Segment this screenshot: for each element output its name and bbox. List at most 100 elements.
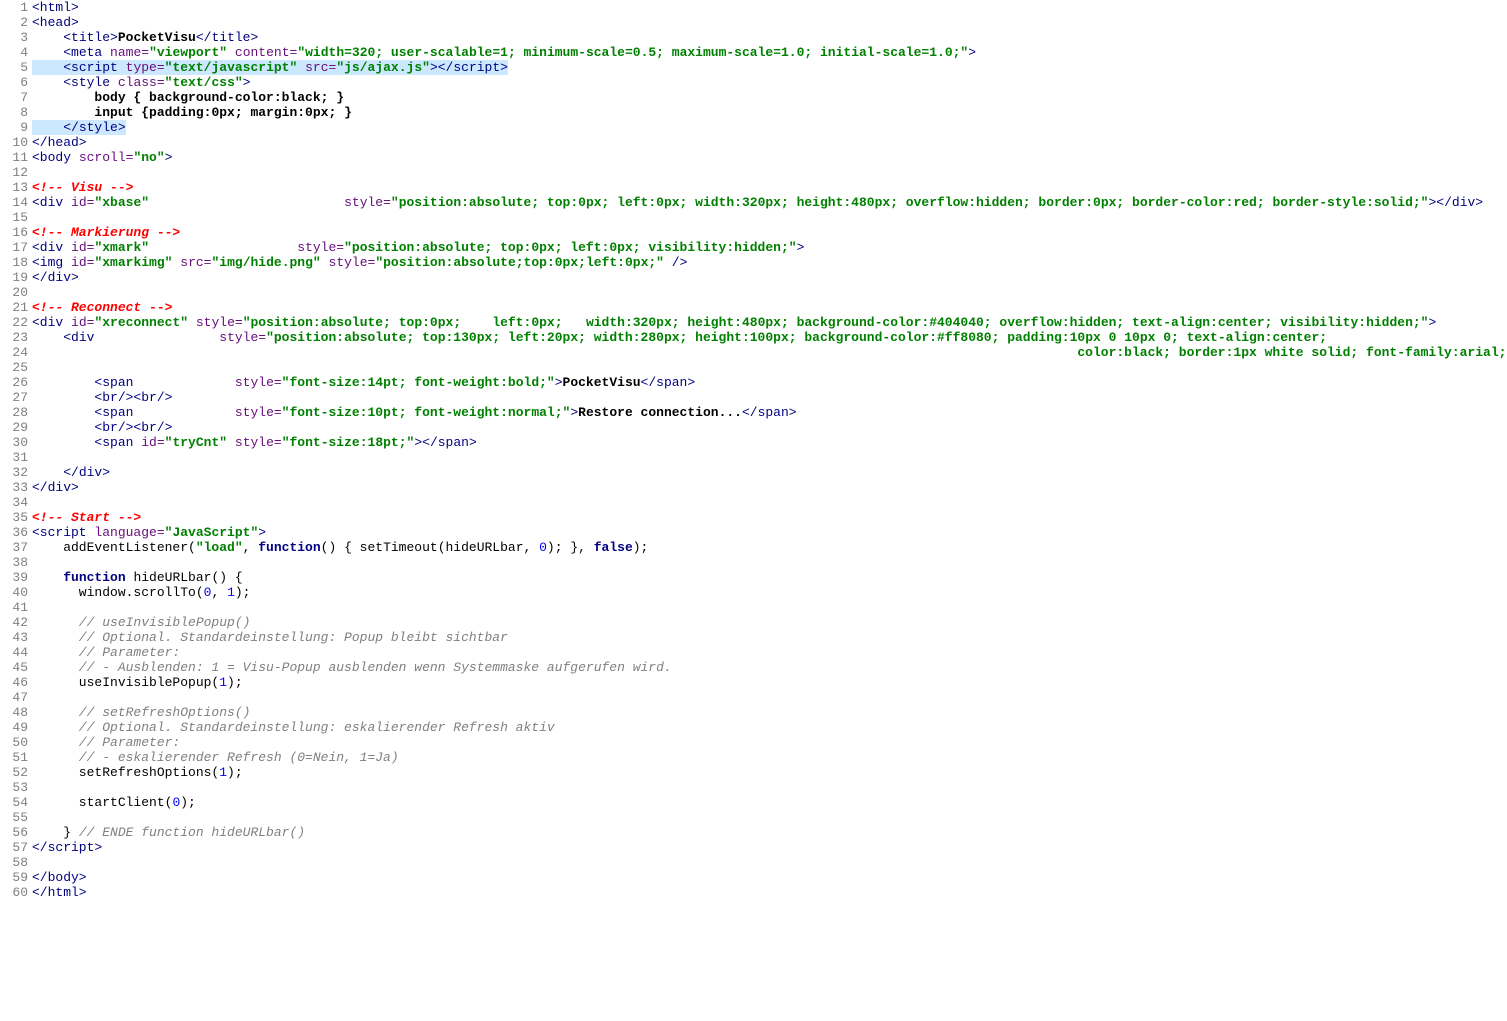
line-number: 49	[0, 720, 28, 735]
code-line[interactable]: <!-- Visu -->	[32, 180, 1507, 195]
line-number: 53	[0, 780, 28, 795]
line-number: 51	[0, 750, 28, 765]
code-line[interactable]	[32, 780, 1507, 795]
line-number: 16	[0, 225, 28, 240]
line-number: 38	[0, 555, 28, 570]
code-line[interactable]: startClient(0);	[32, 795, 1507, 810]
code-line[interactable]: </body>	[32, 870, 1507, 885]
code-line[interactable]: <style class="text/css">	[32, 75, 1507, 90]
code-line[interactable]: // Optional. Standardeinstellung: eskali…	[32, 720, 1507, 735]
code-line[interactable]: // setRefreshOptions()	[32, 705, 1507, 720]
line-number: 28	[0, 405, 28, 420]
code-line[interactable]: color:black; border:1px white solid; fon…	[32, 345, 1507, 360]
code-line[interactable]: </head>	[32, 135, 1507, 150]
code-line[interactable]: // Parameter:	[32, 735, 1507, 750]
line-number: 40	[0, 585, 28, 600]
line-number: 19	[0, 270, 28, 285]
line-number: 9	[0, 120, 28, 135]
code-line[interactable]: </div>	[32, 270, 1507, 285]
code-line[interactable]: <br/><br/>	[32, 390, 1507, 405]
code-line[interactable]: input {padding:0px; margin:0px; }	[32, 105, 1507, 120]
code-line[interactable]: <div id="xmark" style="position:absolute…	[32, 240, 1507, 255]
line-number: 56	[0, 825, 28, 840]
code-line[interactable]: <!-- Markierung -->	[32, 225, 1507, 240]
code-line[interactable]: <script type="text/javascript" src="js/a…	[32, 60, 1507, 75]
code-line[interactable]: // useInvisiblePopup()	[32, 615, 1507, 630]
line-number: 11	[0, 150, 28, 165]
code-line[interactable]: // Parameter:	[32, 645, 1507, 660]
line-number: 50	[0, 735, 28, 750]
line-number: 1	[0, 0, 28, 15]
line-number: 48	[0, 705, 28, 720]
line-number: 25	[0, 360, 28, 375]
line-number: 34	[0, 495, 28, 510]
line-number: 22	[0, 315, 28, 330]
code-line[interactable]: <div id="xbase" style="position:absolute…	[32, 195, 1507, 210]
line-number: 18	[0, 255, 28, 270]
code-line[interactable]	[32, 855, 1507, 870]
code-line[interactable]	[32, 810, 1507, 825]
line-number: 6	[0, 75, 28, 90]
code-line[interactable]: </style>	[32, 120, 1507, 135]
code-line[interactable]: <script language="JavaScript">	[32, 525, 1507, 540]
code-line[interactable]: <title>PocketVisu</title>	[32, 30, 1507, 45]
code-line[interactable]	[32, 555, 1507, 570]
line-number: 46	[0, 675, 28, 690]
code-line[interactable]: body { background-color:black; }	[32, 90, 1507, 105]
code-line[interactable]: </script>	[32, 840, 1507, 855]
code-line[interactable]: </div>	[32, 480, 1507, 495]
line-number: 20	[0, 285, 28, 300]
code-line[interactable]: </div>	[32, 465, 1507, 480]
code-line[interactable]: <span style="font-size:14pt; font-weight…	[32, 375, 1507, 390]
line-number: 35	[0, 510, 28, 525]
code-line[interactable]	[32, 360, 1507, 375]
line-number: 8	[0, 105, 28, 120]
line-number: 7	[0, 90, 28, 105]
code-line[interactable]	[32, 495, 1507, 510]
code-line[interactable]: } // ENDE function hideURLbar()	[32, 825, 1507, 840]
code-line[interactable]: // - Ausblenden: 1 = Visu-Popup ausblend…	[32, 660, 1507, 675]
code-line[interactable]: <!-- Start -->	[32, 510, 1507, 525]
code-line[interactable]: <meta name="viewport" content="width=320…	[32, 45, 1507, 60]
code-line[interactable]	[32, 165, 1507, 180]
code-line[interactable]: <!-- Reconnect -->	[32, 300, 1507, 315]
code-line[interactable]: <html>	[32, 0, 1507, 15]
line-number: 54	[0, 795, 28, 810]
code-line[interactable]: setRefreshOptions(1);	[32, 765, 1507, 780]
code-line[interactable]: function hideURLbar() {	[32, 570, 1507, 585]
line-number: 41	[0, 600, 28, 615]
code-line[interactable]: <span style="font-size:10pt; font-weight…	[32, 405, 1507, 420]
code-line[interactable]	[32, 450, 1507, 465]
line-number: 47	[0, 690, 28, 705]
line-number: 43	[0, 630, 28, 645]
code-line[interactable]: useInvisiblePopup(1);	[32, 675, 1507, 690]
line-number: 45	[0, 660, 28, 675]
code-line[interactable]: <span id="tryCnt" style="font-size:18pt;…	[32, 435, 1507, 450]
code-line[interactable]: <body scroll="no">	[32, 150, 1507, 165]
code-line[interactable]: <head>	[32, 15, 1507, 30]
code-line[interactable]	[32, 690, 1507, 705]
code-line[interactable]: </html>	[32, 885, 1507, 900]
code-editor[interactable]: 1234567891011121314151617181920212223242…	[0, 0, 1507, 900]
code-area[interactable]: <html><head> <title>PocketVisu</title> <…	[32, 0, 1507, 900]
code-line[interactable]	[32, 210, 1507, 225]
code-line[interactable]: <img id="xmarkimg" src="img/hide.png" st…	[32, 255, 1507, 270]
line-number: 24	[0, 345, 28, 360]
code-line[interactable]: <div style="position:absolute; top:130px…	[32, 330, 1507, 345]
line-number: 59	[0, 870, 28, 885]
line-number: 13	[0, 180, 28, 195]
code-line[interactable]: // - eskalierender Refresh (0=Nein, 1=Ja…	[32, 750, 1507, 765]
line-number: 55	[0, 810, 28, 825]
line-number: 14	[0, 195, 28, 210]
line-number: 27	[0, 390, 28, 405]
code-line[interactable]	[32, 600, 1507, 615]
code-line[interactable]: // Optional. Standardeinstellung: Popup …	[32, 630, 1507, 645]
code-line[interactable]: <br/><br/>	[32, 420, 1507, 435]
code-line[interactable]: addEventListener("load", function() { se…	[32, 540, 1507, 555]
code-line[interactable]	[32, 285, 1507, 300]
line-number: 57	[0, 840, 28, 855]
code-line[interactable]: window.scrollTo(0, 1);	[32, 585, 1507, 600]
code-line[interactable]: <div id="xreconnect" style="position:abs…	[32, 315, 1507, 330]
line-number: 37	[0, 540, 28, 555]
line-number: 21	[0, 300, 28, 315]
